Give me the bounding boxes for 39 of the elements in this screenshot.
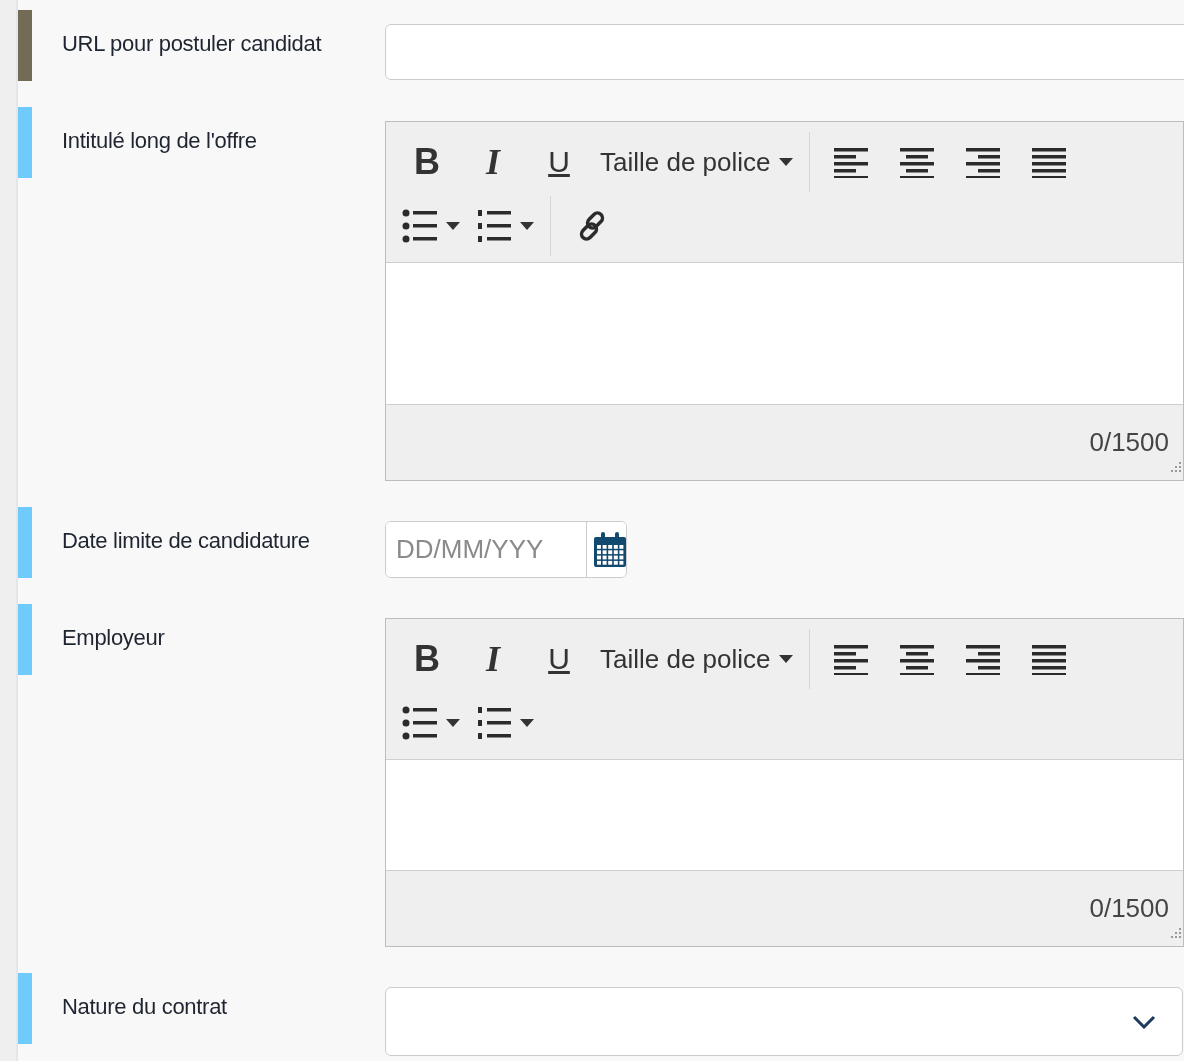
font-size-dropdown[interactable]: Taille de police	[594, 138, 799, 186]
font-size-dropdown[interactable]: Taille de police	[594, 635, 799, 683]
date-field[interactable]: DD/MM/YYY	[385, 521, 627, 578]
rich-text-editor[interactable]: B I U Taille de police 0/1500	[385, 121, 1184, 481]
field-label: Date limite de candidature	[61, 527, 311, 554]
bold-button[interactable]: B	[396, 138, 458, 186]
align-right-icon	[964, 146, 1001, 178]
character-counter: 0/1500	[1089, 427, 1169, 458]
underline-button[interactable]: U	[528, 138, 590, 186]
numbered-list-icon	[476, 209, 512, 243]
bullet-list-icon	[402, 209, 438, 243]
justify-icon	[1030, 146, 1067, 178]
chevron-down-icon	[1132, 1014, 1156, 1029]
underline-button[interactable]: U	[528, 635, 590, 683]
rich-text-editor[interactable]: B I U Taille de police 0/1500	[385, 618, 1184, 947]
field-label: URL pour postuler candidat	[61, 30, 323, 57]
caret-icon	[778, 655, 793, 663]
bold-button[interactable]: B	[396, 635, 458, 683]
calendar-icon	[593, 531, 626, 568]
url-input-field[interactable]	[385, 24, 1184, 80]
justify-icon	[1030, 643, 1067, 675]
italic-button[interactable]: I	[462, 138, 524, 186]
italic-button[interactable]: I	[462, 635, 524, 683]
character-counter: 0/1500	[1089, 893, 1169, 924]
caret-icon	[446, 719, 460, 727]
align-right-icon	[964, 643, 1001, 675]
bullet-list-icon	[402, 706, 438, 740]
field-label: Nature du contrat	[61, 993, 228, 1020]
align-center-icon	[898, 146, 935, 178]
field-label: Employeur	[61, 624, 166, 651]
caret-icon	[778, 158, 793, 166]
caret-icon	[520, 719, 534, 727]
field-label: Intitulé long de l'offre	[61, 127, 258, 154]
align-left-icon	[832, 643, 869, 675]
caret-icon	[446, 222, 460, 230]
align-center-icon	[898, 643, 935, 675]
caret-icon	[520, 222, 534, 230]
numbered-list-icon	[476, 706, 512, 740]
align-left-icon	[832, 146, 869, 178]
